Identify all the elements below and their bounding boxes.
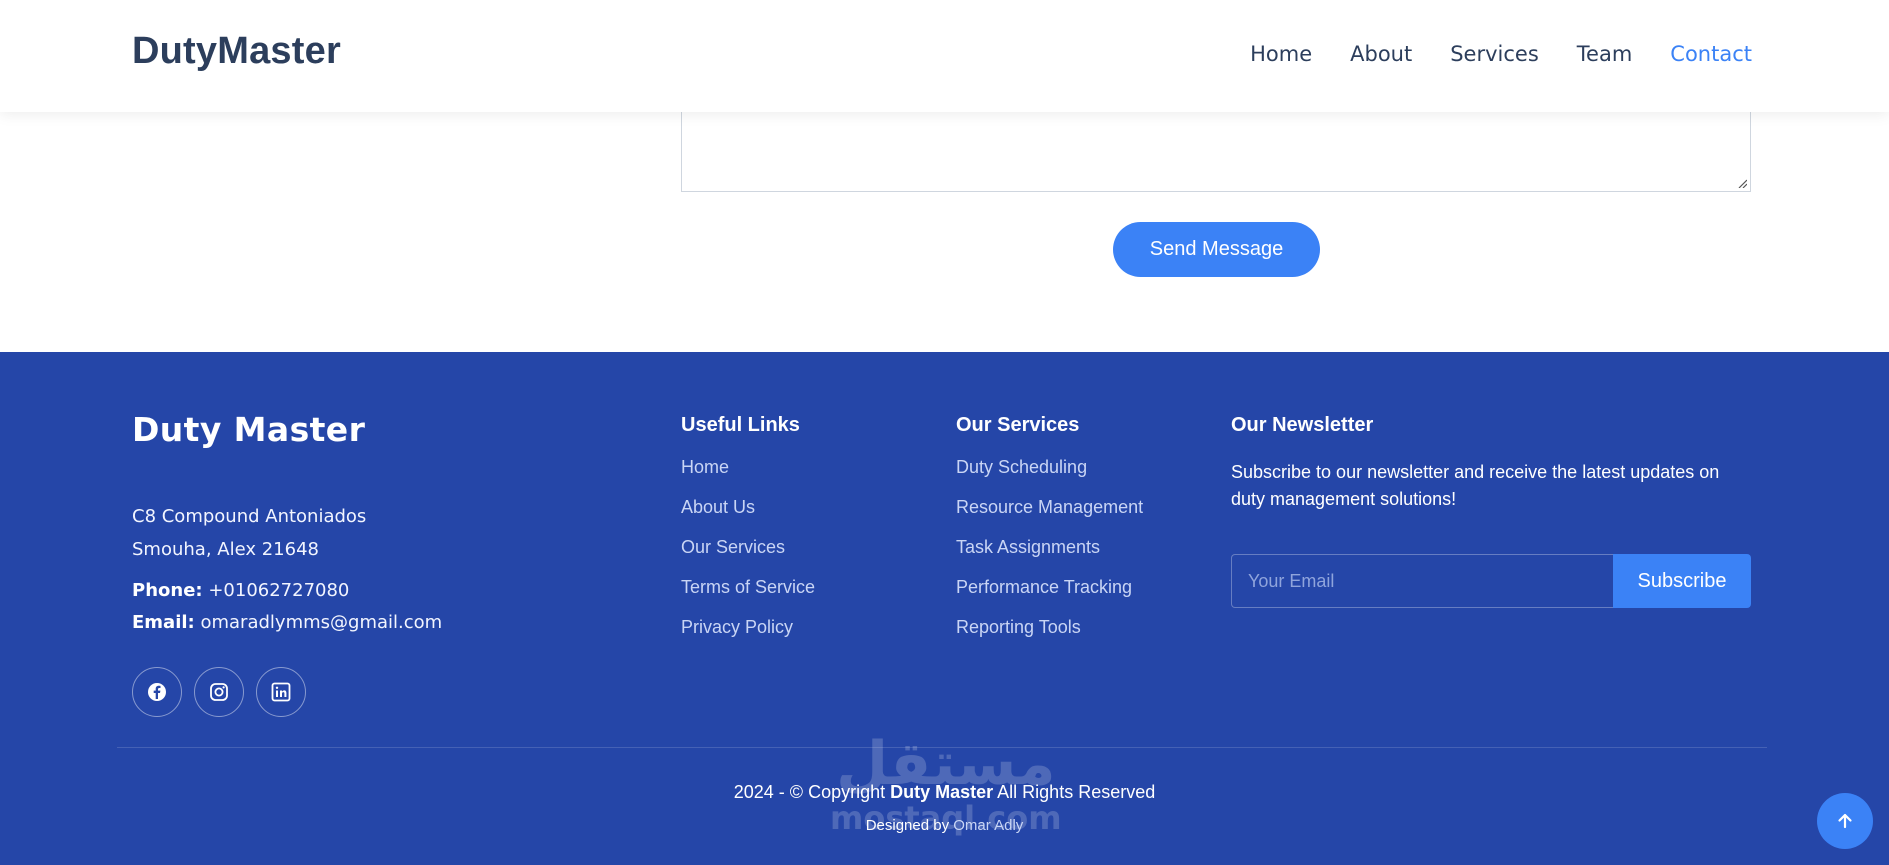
site-header: DutyMaster Home About Services Team Cont… (0, 0, 1889, 112)
email-label: Email: (132, 612, 195, 633)
nav-services[interactable]: Services (1450, 42, 1539, 66)
footer-phone: Phone: +01062727080 (132, 580, 349, 601)
services-title: Our Services (956, 414, 1080, 436)
instagram-icon (210, 683, 228, 701)
footer-link-terms[interactable]: Terms of Service (681, 577, 815, 598)
footer-link-home[interactable]: Home (681, 457, 815, 478)
footer-link-services[interactable]: Our Services (681, 537, 815, 558)
site-logo[interactable]: DutyMaster (132, 30, 341, 73)
service-link-performance[interactable]: Performance Tracking (956, 577, 1143, 598)
useful-links-column: Useful Links Home About Us Our Services … (681, 414, 815, 657)
send-message-button[interactable]: Send Message (1113, 222, 1320, 277)
nav-team[interactable]: Team (1577, 42, 1633, 66)
footer-brand: Duty Master (132, 410, 366, 449)
footer-divider (117, 747, 1767, 748)
subscribe-button[interactable]: Subscribe (1613, 554, 1751, 608)
address-line-2: Smouha, Alex 21648 (132, 539, 319, 560)
nav-home[interactable]: Home (1250, 42, 1312, 66)
service-link-reporting[interactable]: Reporting Tools (956, 617, 1143, 638)
services-column: Our Services Duty Scheduling Resource Ma… (956, 414, 1143, 657)
instagram-link[interactable] (194, 667, 244, 717)
copyright-suffix: All Rights Reserved (997, 782, 1156, 802)
phone-value: +01062727080 (208, 580, 350, 601)
service-link-tasks[interactable]: Task Assignments (956, 537, 1143, 558)
resize-grip-icon[interactable] (1737, 178, 1747, 188)
email-value: omaradlymms@gmail.com (200, 612, 443, 633)
newsletter-form: Subscribe (1231, 554, 1751, 608)
designer-link[interactable]: Omar Adly (953, 817, 1023, 834)
address-line-1: C8 Compound Antoniados (132, 506, 367, 527)
social-links (132, 667, 306, 717)
facebook-icon (148, 683, 166, 701)
footer-link-about[interactable]: About Us (681, 497, 815, 518)
facebook-link[interactable] (132, 667, 182, 717)
copyright: 2024 - © Copyright Duty Master All Right… (0, 782, 1889, 803)
scroll-to-top-button[interactable] (1817, 793, 1873, 849)
designed-prefix: Designed by (865, 817, 950, 834)
nav-about[interactable]: About (1350, 42, 1412, 66)
footer-address: C8 Compound Antoniados Smouha, Alex 2164… (132, 500, 366, 566)
designed-by: Designed by Omar Adly (0, 817, 1889, 834)
main-nav: Home About Services Team Contact (1250, 42, 1752, 66)
site-footer: Duty Master C8 Compound Antoniados Smouh… (0, 352, 1889, 865)
useful-links-title: Useful Links (681, 414, 800, 436)
phone-label: Phone: (132, 580, 203, 601)
nav-contact[interactable]: Contact (1670, 42, 1752, 66)
newsletter-title: Our Newsletter (1231, 414, 1374, 436)
footer-email: Email: omaradlymms@gmail.com (132, 612, 442, 633)
arrow-up-icon (1838, 813, 1852, 829)
newsletter-email-input[interactable] (1231, 554, 1613, 608)
linkedin-icon (271, 682, 291, 702)
copyright-brand: Duty Master (890, 782, 994, 802)
service-link-scheduling[interactable]: Duty Scheduling (956, 457, 1143, 478)
footer-link-privacy[interactable]: Privacy Policy (681, 617, 815, 638)
service-link-resource[interactable]: Resource Management (956, 497, 1143, 518)
newsletter-text: Subscribe to our newsletter and receive … (1231, 462, 1720, 509)
newsletter-section: Our Newsletter Subscribe to our newslett… (1231, 414, 1751, 608)
linkedin-link[interactable] (256, 667, 306, 717)
copyright-prefix: 2024 - © Copyright (733, 782, 886, 802)
